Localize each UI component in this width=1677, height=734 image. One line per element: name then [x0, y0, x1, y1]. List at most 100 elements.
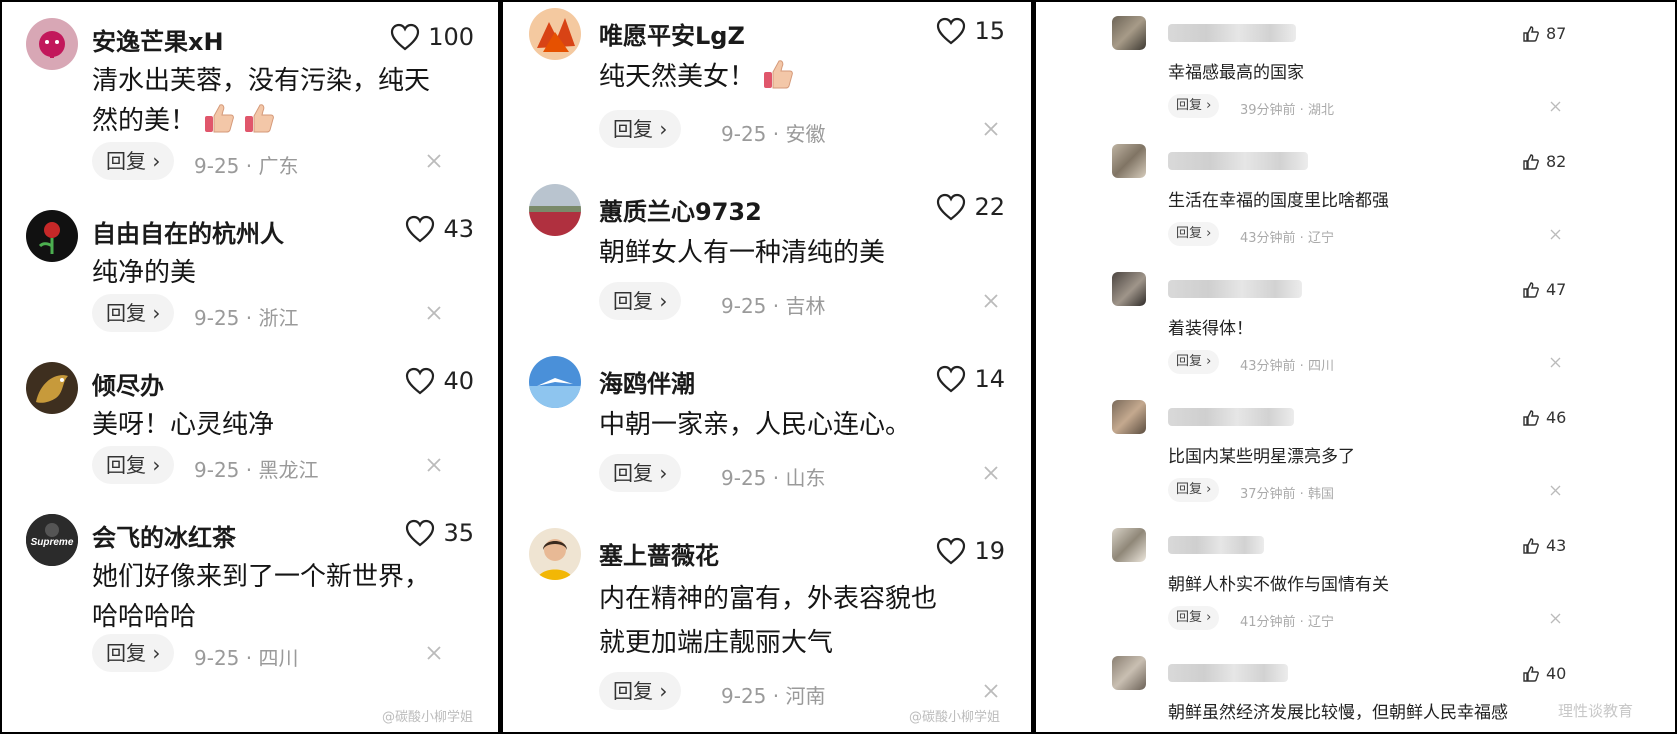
reply-button[interactable]: 回复 › — [92, 294, 175, 332]
reply-button[interactable]: 回复 › — [1168, 350, 1220, 374]
like-button[interactable]: 87 — [1522, 24, 1566, 43]
close-icon[interactable] — [983, 683, 999, 699]
close-icon[interactable] — [983, 121, 999, 137]
watermark: @碳酸小柳学姐 — [909, 710, 1001, 725]
username[interactable]: 安逸芒果xH — [92, 22, 224, 57]
avatar[interactable] — [529, 528, 581, 580]
reply-button[interactable]: 回复 › — [1168, 94, 1220, 118]
like-count: 82 — [1546, 152, 1567, 171]
thumbs-up-icon — [242, 101, 276, 135]
like-count: 40 — [443, 367, 474, 395]
avatar[interactable] — [1112, 656, 1146, 690]
avatar[interactable]: Supreme — [26, 514, 78, 566]
thumbs-up-icon — [1523, 153, 1539, 170]
reply-button[interactable]: 回复 › — [599, 454, 682, 492]
username[interactable]: 会飞的冰红茶 — [92, 518, 236, 553]
close-icon[interactable] — [426, 457, 442, 473]
reply-button[interactable]: 回复 › — [599, 282, 682, 320]
avatar[interactable] — [1112, 272, 1146, 306]
close-icon[interactable] — [1550, 357, 1561, 368]
comment-text: 幸福感最高的国家 — [1168, 63, 1304, 83]
avatar[interactable] — [529, 184, 581, 236]
close-icon[interactable] — [1550, 485, 1561, 496]
like-button[interactable]: 43 — [1522, 536, 1566, 555]
comment-meta: 9-25 · 浙江 — [194, 306, 299, 330]
close-icon[interactable] — [1550, 101, 1561, 112]
like-count: 43 — [1546, 536, 1567, 555]
watermark: @碳酸小柳学姐 — [382, 710, 474, 725]
username[interactable]: 塞上蔷薇花 — [599, 536, 719, 571]
like-count: 40 — [1546, 664, 1567, 683]
like-button[interactable]: 22 — [936, 193, 1005, 221]
heart-icon — [937, 537, 966, 565]
username[interactable]: 海鸥伴潮 — [599, 364, 695, 399]
like-count: 47 — [1546, 280, 1567, 299]
avatar[interactable] — [26, 362, 78, 414]
thumbs-up-icon — [761, 57, 795, 91]
comment-text: 哈哈哈哈 — [92, 602, 197, 632]
username[interactable]: 蕙质兰心9732 — [599, 192, 762, 227]
collage: 安逸芒果xH 100 清水出芙蓉，没有污染，纯天 然的美！ 回复 › 9-25 … — [0, 0, 1677, 734]
comment-text: 就更加端庄靓丽大气 — [599, 628, 834, 658]
close-icon[interactable] — [983, 293, 999, 309]
comment-meta: 9-25 · 山东 — [721, 466, 826, 490]
avatar[interactable] — [1112, 16, 1146, 50]
close-icon[interactable] — [426, 305, 442, 321]
like-button[interactable]: 19 — [936, 537, 1005, 565]
comment-text: 纯净的美 — [92, 258, 197, 288]
like-count: 43 — [443, 215, 474, 243]
avatar[interactable] — [26, 210, 78, 262]
close-icon[interactable] — [1550, 229, 1561, 240]
heart-icon — [406, 519, 435, 547]
comment-meta: 9-25 · 河南 — [721, 684, 826, 708]
heart-icon — [937, 193, 966, 221]
comment-text: 比国内某些明星漂亮多了 — [1168, 447, 1355, 467]
comment-text: 朝鲜女人有一种清纯的美 — [599, 238, 886, 268]
comment-text: 朝鲜人朴实不做作与国情有关 — [1168, 575, 1389, 595]
like-button[interactable]: 15 — [936, 17, 1005, 45]
like-button[interactable]: 35 — [405, 519, 474, 547]
reply-button[interactable]: 回复 › — [1168, 606, 1220, 630]
like-button[interactable]: 100 — [390, 23, 474, 51]
username[interactable]: 唯愿平安LgZ — [599, 16, 745, 51]
avatar[interactable] — [529, 8, 581, 60]
thumbs-up-icon — [1523, 665, 1539, 682]
close-icon[interactable] — [1550, 613, 1561, 624]
comment-text: 朝鲜虽然经济发展比较慢，但朝鲜人民幸福感 — [1168, 703, 1508, 723]
comment-panel-2: 唯愿平安LgZ 15 纯天然美女！ 回复 › 9-25 · 安徽 蕙质兰心973… — [503, 2, 1031, 732]
comment-meta: 9-25 · 吉林 — [721, 294, 826, 318]
avatar[interactable] — [26, 18, 78, 70]
reply-button[interactable]: 回复 › — [599, 672, 682, 710]
like-button[interactable]: 14 — [936, 365, 1005, 393]
close-icon[interactable] — [426, 153, 442, 169]
reply-button[interactable]: 回复 › — [92, 446, 175, 484]
avatar[interactable] — [1112, 528, 1146, 562]
like-count: 19 — [974, 537, 1005, 565]
avatar[interactable] — [1112, 400, 1146, 434]
close-icon[interactable] — [426, 645, 442, 661]
thumbs-up-icon — [1523, 409, 1539, 426]
close-icon[interactable] — [983, 465, 999, 481]
avatar[interactable] — [529, 356, 581, 408]
watermark: 理性谈教育 — [1558, 702, 1634, 720]
like-button[interactable]: 47 — [1522, 280, 1566, 299]
reply-button[interactable]: 回复 › — [599, 110, 682, 148]
reply-button[interactable]: 回复 › — [1168, 222, 1220, 246]
reply-button[interactable]: 回复 › — [92, 142, 175, 180]
like-button[interactable]: 40 — [1522, 664, 1566, 683]
username[interactable]: 自由自在的杭州人 — [92, 214, 284, 249]
like-button[interactable]: 46 — [1522, 408, 1566, 427]
like-button[interactable]: 82 — [1522, 152, 1566, 171]
username[interactable]: 倾尽办 — [92, 366, 164, 401]
like-button[interactable]: 43 — [405, 215, 474, 243]
blurred-username — [1168, 408, 1294, 426]
reply-button[interactable]: 回复 › — [92, 634, 175, 672]
blurred-username — [1168, 536, 1264, 554]
like-button[interactable]: 40 — [405, 367, 474, 395]
comment-text: 纯天然美女！ — [599, 56, 795, 98]
like-count: 22 — [974, 193, 1005, 221]
comment-meta: 41分钟前 · 辽宁 — [1240, 615, 1334, 630]
comment-meta: 9-25 · 四川 — [194, 646, 299, 670]
reply-button[interactable]: 回复 › — [1168, 478, 1220, 502]
avatar[interactable] — [1112, 144, 1146, 178]
